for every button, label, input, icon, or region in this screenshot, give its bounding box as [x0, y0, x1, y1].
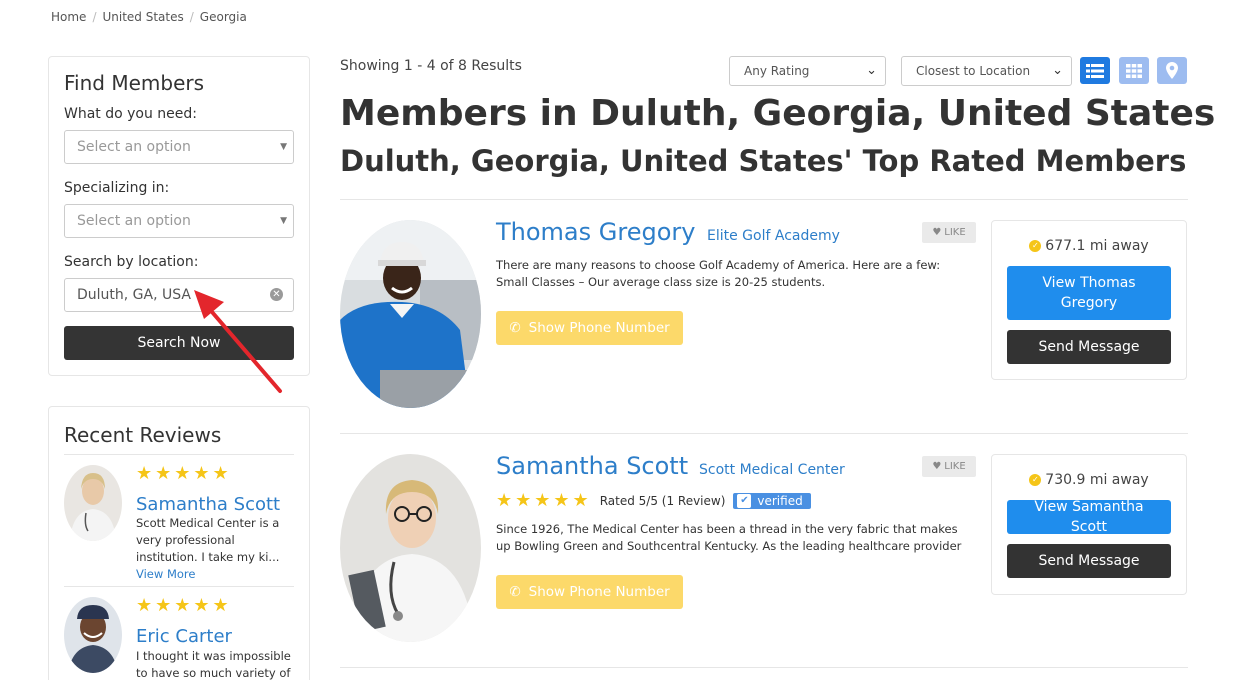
check-circle-icon: ✓ [1029, 240, 1042, 252]
chevron-down-icon: ⌄ [866, 63, 877, 78]
specializing-select[interactable]: Select an option ▼ [64, 204, 294, 238]
member-company[interactable]: Elite Golf Academy [707, 228, 840, 244]
divider [340, 433, 1188, 434]
need-select-placeholder: Select an option [77, 139, 191, 155]
verified-badge: ✔ verified [733, 492, 811, 509]
find-members-title: Find Members [64, 71, 205, 95]
breadcrumb-country[interactable]: United States [102, 10, 183, 24]
distance-value: 730.9 mi away [1045, 472, 1149, 488]
like-button[interactable]: ♥ LIKE [922, 222, 976, 243]
like-label: LIKE [944, 227, 966, 238]
phone-icon: ✆ [509, 320, 521, 336]
breadcrumb-separator: / [189, 10, 194, 24]
member-photo[interactable] [340, 454, 481, 642]
show-phone-button[interactable]: ✆ Show Phone Number [496, 575, 683, 609]
results-count: Showing 1 - 4 of 8 Results [340, 58, 522, 74]
show-phone-button[interactable]: ✆ Show Phone Number [496, 311, 683, 345]
specializing-select-placeholder: Select an option [77, 213, 191, 229]
show-phone-label: Show Phone Number [528, 584, 670, 600]
rating-stars: ★★★★★ [496, 490, 592, 511]
chevron-down-icon: ⌄ [1052, 63, 1063, 78]
view-more-link[interactable]: View More [136, 567, 195, 581]
heart-icon: ♥ [932, 227, 942, 238]
review-avatar [64, 465, 122, 541]
like-button[interactable]: ♥ LIKE [922, 456, 976, 477]
member-actions: ✓ 677.1 mi away View Thomas Gregory Send… [991, 220, 1187, 380]
page-title: Members in Duluth, Georgia, United State… [340, 93, 1216, 134]
checkmark-icon: ✔ [737, 493, 752, 508]
divider [340, 667, 1188, 668]
member-description: There are many reasons to choose Golf Ac… [496, 258, 941, 289]
view-member-button[interactable]: View Samantha Scott [1007, 499, 1171, 535]
send-message-button[interactable]: Send Message [1007, 544, 1171, 578]
member-rating: ★★★★★ Rated 5/5 (1 Review) ✔ verified [496, 490, 811, 511]
need-select[interactable]: Select an option ▼ [64, 130, 294, 164]
rating-text[interactable]: Rated 5/5 (1 Review) [600, 494, 726, 508]
send-message-button[interactable]: Send Message [1007, 330, 1171, 364]
review-text: Scott Medical Center is a very professio… [136, 515, 298, 583]
divider [64, 586, 294, 587]
divider [340, 199, 1188, 200]
check-circle-icon: ✓ [1029, 474, 1042, 486]
list-icon [1086, 63, 1104, 78]
grid-view-button[interactable] [1119, 57, 1149, 84]
member-description: Since 1926, The Medical Center has been … [496, 522, 962, 553]
map-view-button[interactable] [1157, 57, 1187, 84]
divider [64, 454, 294, 455]
breadcrumb: Home / United States / Georgia [51, 10, 247, 24]
like-label: LIKE [944, 461, 966, 472]
review-author-name[interactable]: Eric Carter [136, 626, 232, 647]
caret-down-icon: ▼ [280, 216, 287, 226]
sort-filter-value: Closest to Location [916, 64, 1031, 78]
phone-icon: ✆ [509, 584, 521, 600]
caret-down-icon: ▼ [280, 142, 287, 152]
distance-label: ✓ 677.1 mi away [992, 238, 1186, 254]
review-avatar [64, 597, 122, 673]
review-author-name[interactable]: Samantha Scott [136, 494, 280, 515]
distance-value: 677.1 mi away [1045, 238, 1149, 254]
page-subtitle: Duluth, Georgia, United States' Top Rate… [340, 144, 1187, 178]
view-member-button[interactable]: View Thomas Gregory [1007, 266, 1171, 320]
show-phone-label: Show Phone Number [528, 320, 670, 336]
member-photo[interactable] [340, 220, 481, 408]
member-name[interactable]: Thomas Gregory [496, 218, 695, 246]
member-actions: ✓ 730.9 mi away View Samantha Scott Send… [991, 454, 1187, 595]
list-view-button[interactable] [1080, 57, 1110, 84]
review-stars: ★★★★★ [136, 595, 232, 616]
rating-filter-value: Any Rating [744, 64, 810, 78]
annotation-arrow-icon [194, 290, 282, 393]
review-stars: ★★★★★ [136, 463, 232, 484]
breadcrumb-separator: / [92, 10, 97, 24]
heart-icon: ♥ [932, 461, 942, 472]
member-name[interactable]: Samantha Scott [496, 452, 688, 480]
review-text-body: Scott Medical Center is a very professio… [136, 516, 280, 564]
rating-filter-select[interactable]: Any Rating ⌄ [729, 56, 886, 86]
recent-reviews-panel: Recent Reviews ★★★★★ Samantha Scott Scot… [48, 406, 310, 680]
review-text: I thought it was impossible to have so m… [136, 649, 291, 680]
distance-label: ✓ 730.9 mi away [992, 472, 1186, 488]
specializing-label: Specializing in: [64, 180, 170, 196]
location-label: Search by location: [64, 254, 199, 270]
member-company[interactable]: Scott Medical Center [699, 462, 845, 478]
need-label: What do you need: [64, 106, 198, 122]
location-input-value: Duluth, GA, USA [77, 287, 191, 303]
verified-label: verified [757, 493, 803, 508]
grid-icon [1126, 63, 1142, 78]
sort-filter-select[interactable]: Closest to Location ⌄ [901, 56, 1072, 86]
breadcrumb-home[interactable]: Home [51, 10, 86, 24]
breadcrumb-state: Georgia [199, 10, 247, 24]
map-pin-icon [1166, 62, 1178, 79]
recent-reviews-title: Recent Reviews [64, 423, 222, 447]
